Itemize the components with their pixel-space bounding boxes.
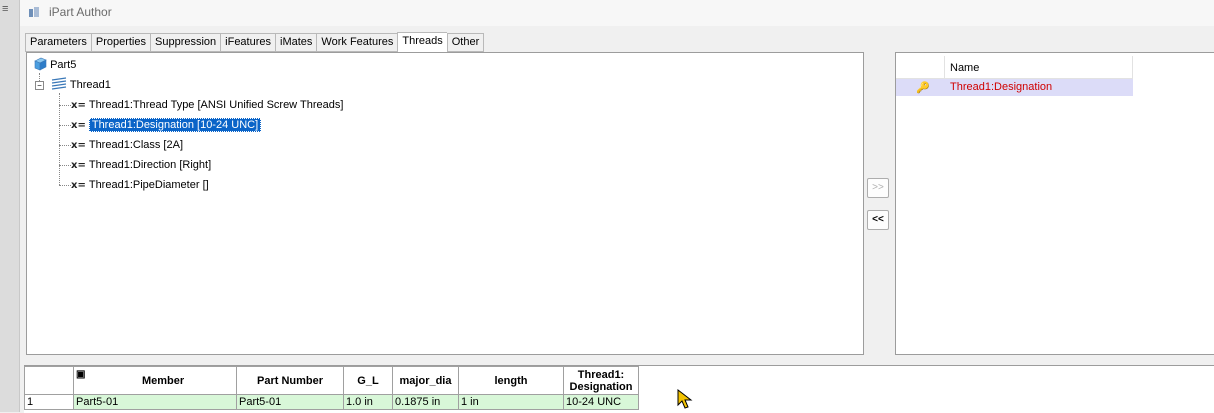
header-thread-line1: Thread1: (577, 368, 625, 381)
selected-parameters-list[interactable]: Name 🔑 Thread1:Designation (895, 52, 1214, 355)
tree-item[interactable]: x= Thread1:Class [2A] (71, 137, 183, 153)
add-button[interactable]: >> (867, 178, 889, 198)
header-length[interactable]: length (458, 366, 564, 395)
tree-item[interactable]: x= Thread1:Thread Type [ANSI Unified Scre… (71, 97, 343, 113)
remove-button[interactable]: << (867, 210, 889, 230)
tree-feature-label: Thread1 (69, 79, 111, 91)
thread-icon (51, 77, 67, 90)
tree-item-label: Thread1:Thread Type [ANSI Unified Screw … (88, 99, 344, 111)
tree-root[interactable]: Part5 (33, 57, 76, 73)
tree-item[interactable]: x= Thread1:Direction [Right] (71, 157, 211, 173)
column-divider (944, 56, 945, 78)
list-item[interactable]: 🔑 Thread1:Designation (896, 79, 1133, 96)
header-thread-designation[interactable]: Thread1: Designation (563, 366, 639, 395)
table-row[interactable]: 1 Part5-01 Part5-01 1.0 in 0.1875 in 1 i… (24, 394, 639, 410)
tree-line (59, 105, 71, 106)
cell-length[interactable]: 1 in (458, 394, 564, 410)
parameter-icon: x= (71, 100, 86, 111)
name-column-header[interactable]: Name (950, 62, 979, 74)
parameter-icon: x= (71, 120, 86, 131)
titlebar: iPart Author (20, 0, 1214, 26)
tree-item-label: Thread1:PipeDiameter [] (88, 179, 209, 191)
tree-item-label: Thread1:Class [2A] (88, 139, 183, 151)
tab-ifeatures[interactable]: iFeatures (220, 33, 276, 52)
parameter-icon: x= (71, 140, 86, 151)
key-icon: 🔑 (916, 82, 930, 94)
tab-properties[interactable]: Properties (90, 33, 150, 52)
header-member[interactable]: ▣ Member (73, 366, 237, 395)
tree-line (59, 165, 71, 166)
mouse-cursor-icon (677, 389, 693, 409)
parameter-icon: x= (71, 180, 86, 191)
header-major-dia[interactable]: major_dia (392, 366, 459, 395)
cell-part-number[interactable]: Part5-01 (236, 394, 344, 410)
save-icon[interactable]: ▣ (76, 369, 85, 380)
tab-other[interactable]: Other (446, 33, 485, 52)
tree-line (59, 185, 71, 186)
window-title: iPart Author (49, 5, 112, 19)
tree-item-selected[interactable]: x= Thread1:Designation [10-24 UNC] (71, 117, 262, 133)
left-strip: ≡ (0, 0, 20, 412)
tree-line (59, 93, 60, 185)
parameter-icon: x= (71, 160, 86, 171)
cell-major-dia[interactable]: 0.1875 in (392, 394, 459, 410)
tab-parameters[interactable]: Parameters (25, 33, 91, 52)
feature-tree[interactable]: Part5 − Thread1 x= Thread1:Thread Type [A… (26, 52, 864, 355)
header-part-number[interactable]: Part Number (236, 366, 344, 395)
collapse-icon[interactable]: − (35, 81, 44, 90)
tab-imates[interactable]: iMates (275, 33, 317, 52)
tab-work-features[interactable]: Work Features (316, 33, 398, 52)
cell-designation[interactable]: 10-24 UNC (563, 394, 639, 410)
header-member-label: Member (142, 374, 185, 387)
tree-item-label: Thread1:Direction [Right] (88, 159, 212, 171)
tab-threads[interactable]: Threads (397, 32, 447, 52)
header-thread-line2: Designation (569, 380, 633, 393)
cell-member[interactable]: Part5-01 (73, 394, 237, 410)
row-number[interactable]: 1 (24, 394, 74, 410)
grip-icon: ≡ (2, 3, 9, 15)
tab-bar: Parameters Properties Suppression iFeatu… (25, 32, 485, 52)
member-table[interactable]: ▣ Member Part Number G_L major_dia lengt… (24, 365, 1214, 413)
corner-cell (24, 366, 74, 395)
tree-line (59, 125, 71, 126)
part-icon (34, 57, 47, 71)
tab-suppression[interactable]: Suppression (150, 33, 221, 52)
tree-root-label: Part5 (50, 59, 77, 71)
cell-g-l[interactable]: 1.0 in (343, 394, 393, 410)
tree-line (59, 145, 71, 146)
header-g-l[interactable]: G_L (343, 366, 393, 395)
tree-item-label: Thread1:Designation [10-24 UNC] (88, 118, 262, 132)
column-divider (1132, 56, 1133, 78)
list-header: Name (896, 56, 1133, 79)
app-icon (29, 7, 39, 17)
tree-item[interactable]: x= Thread1:PipeDiameter [] (71, 177, 209, 193)
list-item-label: Thread1:Designation (950, 81, 1053, 93)
tree-feature[interactable]: Thread1 (51, 77, 111, 93)
